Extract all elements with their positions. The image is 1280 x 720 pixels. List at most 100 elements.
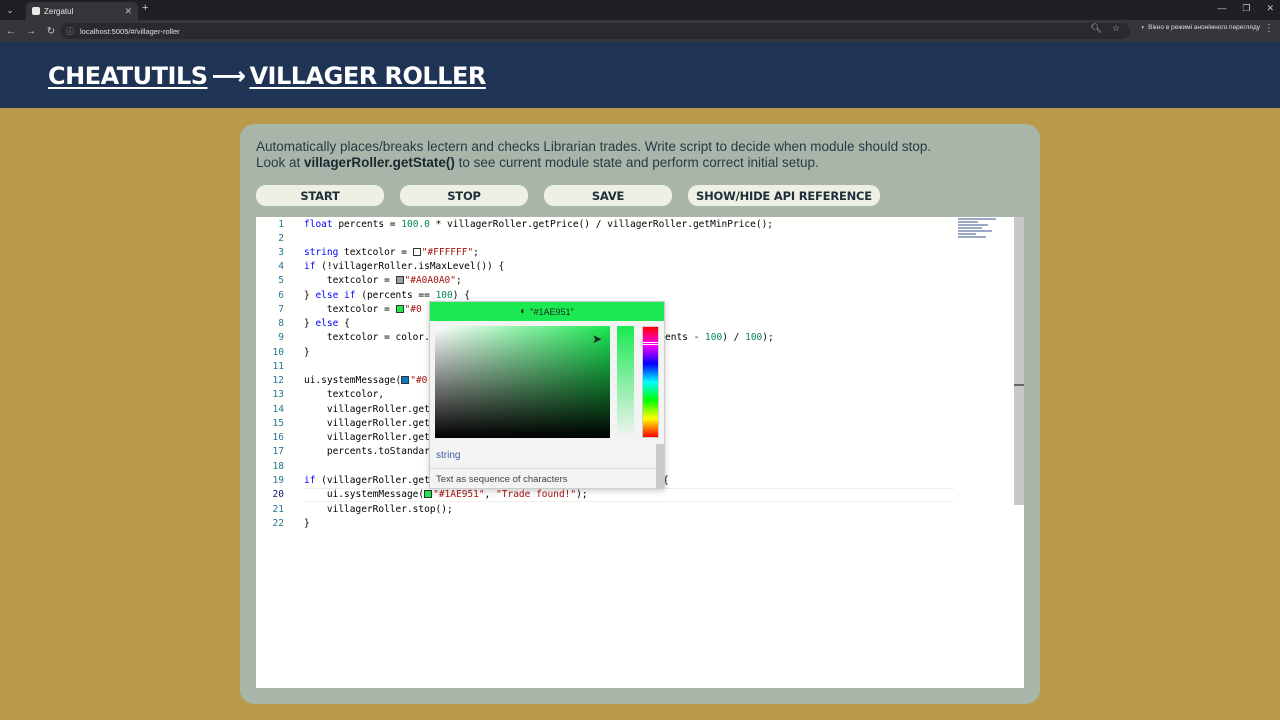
line-number: 10	[272, 347, 284, 358]
hint-scrollbar[interactable]	[656, 444, 664, 488]
description-code: villagerRoller.getState()	[304, 155, 455, 170]
code-token: {	[338, 318, 350, 329]
browser-toolbar: ← → ↻ ⓘ localhost:5005/#/villager-roller…	[0, 20, 1280, 42]
code-token: ) /	[722, 332, 746, 343]
editor-scrollbar[interactable]	[1014, 217, 1024, 505]
hue-slider-handle[interactable]	[641, 342, 660, 345]
code-token: 100.0	[401, 219, 430, 230]
line-number: 21	[272, 504, 284, 515]
incognito-indicator[interactable]: ◑ Вікно в режимі анонімного перегляду	[1140, 24, 1260, 31]
code-line: 21 villagerRoller.stop();	[256, 503, 956, 517]
minimize-icon[interactable]: —	[1217, 3, 1226, 14]
breadcrumb-cheatutils[interactable]: CHEATUTILS	[48, 62, 208, 90]
code-line: 22}	[256, 517, 956, 531]
close-window-icon[interactable]: ✕	[1266, 3, 1274, 14]
omnibox-actions: 🔍︎ ☆	[1090, 23, 1120, 34]
color-swatch-icon[interactable]	[412, 248, 421, 256]
stop-button[interactable]: STOP	[400, 185, 528, 206]
code-token: textcolor =	[338, 247, 413, 258]
api-reference-button[interactable]: SHOW/HIDE API REFERENCE	[688, 185, 880, 206]
code-token: else	[315, 318, 339, 329]
page-title: CHEATUTILS ⟶ VILLAGER ROLLER	[48, 62, 486, 90]
line-number: 1	[278, 219, 284, 230]
hover-hint-type: string	[436, 450, 461, 461]
color-picker-header[interactable]: ◐ "#1AE951"	[430, 302, 664, 321]
code-token: );	[576, 489, 588, 500]
line-number: 13	[272, 389, 284, 400]
code-token: "#0	[404, 304, 422, 315]
url-text: localhost:5005/#/villager-roller	[80, 26, 180, 36]
code-token: 100	[745, 332, 763, 343]
color-swatch-icon[interactable]	[395, 276, 404, 284]
save-button[interactable]: SAVE	[544, 185, 672, 206]
code-token: textcolor =	[304, 275, 396, 286]
window-controls: — ❐ ✕	[1217, 3, 1274, 14]
code-token: percents.toStandar	[304, 446, 430, 457]
bookmark-star-icon[interactable]: ☆	[1112, 23, 1120, 34]
start-button[interactable]: START	[256, 185, 384, 206]
code-token: "Trade found!"	[496, 489, 577, 500]
code-token: 100	[705, 332, 723, 343]
line-number: 14	[272, 404, 284, 415]
code-token: textcolor =	[304, 304, 396, 315]
favicon-icon	[32, 7, 40, 15]
line-number: 12	[272, 375, 284, 386]
tab-title: Zergatul	[44, 6, 74, 16]
opacity-strip[interactable]	[617, 326, 634, 438]
browser-tab-strip: ⌄ Zergatul ✕ + — ❐ ✕	[0, 0, 1280, 20]
description-suffix: to see current module state and perform …	[454, 155, 819, 170]
line-number: 15	[272, 418, 284, 429]
line-number: 2	[278, 233, 284, 244]
color-swatch-icon[interactable]	[395, 305, 404, 313]
description-prefix: Look at	[256, 155, 305, 170]
incognito-label: Вікно в режимі анонімного перегляду	[1148, 24, 1260, 31]
hover-hint-divider	[430, 468, 656, 469]
tab-search-icon[interactable]: ⌄	[0, 0, 20, 20]
line-number: 9	[278, 332, 284, 343]
code-token: (!villagerRoller.isMaxLevel()) {	[315, 261, 505, 272]
code-token: ents -	[665, 332, 706, 343]
incognito-icon: ◑	[1140, 24, 1145, 31]
code-token: villagerRoller.stop();	[304, 504, 453, 515]
code-token: ui.systemMessage(	[304, 489, 425, 500]
color-swatch-icon[interactable]	[424, 490, 433, 498]
code-line: 4 if (!villagerRoller.isMaxLevel()) {	[256, 260, 956, 274]
mouse-cursor-icon: ➤	[592, 332, 603, 346]
code-token: "#A0A0A0"	[404, 275, 456, 286]
code-token: }	[304, 518, 310, 529]
saturation-box[interactable]: ➤	[435, 326, 610, 438]
new-tab-icon[interactable]: +	[142, 2, 148, 14]
back-icon[interactable]: ←	[2, 26, 20, 37]
browser-menu-icon[interactable]: ⋮	[1264, 23, 1274, 34]
reload-icon[interactable]: ↻	[42, 26, 60, 37]
editor-minimap[interactable]	[956, 217, 1002, 247]
tab-close-icon[interactable]: ✕	[124, 6, 132, 17]
code-token: "#FFFFFF"	[421, 247, 474, 258]
code-token: ui.systemMessage(	[304, 375, 402, 386]
line-number: 6	[278, 290, 284, 301]
line-number: 17	[272, 446, 284, 457]
address-bar[interactable]: ⓘ localhost:5005/#/villager-roller	[60, 23, 1130, 39]
code-token: * villagerRoller.getPrice() / villagerRo…	[429, 219, 774, 230]
code-token: float	[304, 219, 333, 230]
browser-tab[interactable]: Zergatul ✕	[26, 2, 138, 20]
code-line: 20 ui.systemMessage("#1AE951", "Trade fo…	[256, 488, 956, 502]
forward-icon[interactable]: →	[22, 26, 40, 37]
line-number: 3	[278, 247, 284, 258]
restore-icon[interactable]: ❐	[1242, 3, 1250, 14]
color-swatch-icon[interactable]	[401, 376, 410, 384]
zoom-icon[interactable]: 🔍︎	[1090, 23, 1101, 34]
line-number: 8	[278, 318, 284, 329]
line-number: 20	[272, 489, 284, 500]
code-token: (villagerRoller.get	[315, 475, 430, 486]
line-number: 19	[272, 475, 284, 486]
breadcrumb-arrow: ⟶	[211, 62, 246, 90]
breadcrumb-villager-roller[interactable]: VILLAGER ROLLER	[249, 62, 486, 90]
code-token: else if	[315, 290, 356, 301]
code-token: "#0	[410, 375, 428, 386]
code-token: (percents ==	[355, 290, 436, 301]
code-line: 3 string textcolor = "#FFFFFF";	[256, 246, 956, 260]
site-info-icon[interactable]: ⓘ	[66, 26, 74, 37]
code-token: villagerRoller.get	[304, 432, 430, 443]
code-token: string	[304, 247, 339, 258]
